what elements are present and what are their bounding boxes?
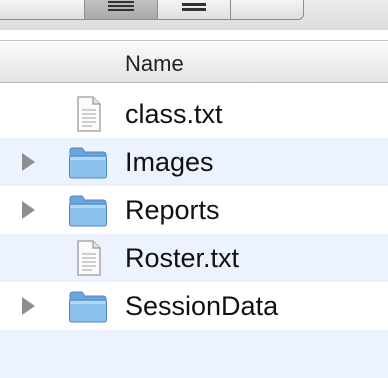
folder-name-label[interactable]: Reports xyxy=(125,195,220,226)
list-item[interactable]: Reports xyxy=(0,186,388,234)
icon-view-button[interactable] xyxy=(0,0,85,20)
folder-icon xyxy=(69,195,107,227)
list-view-icon xyxy=(108,1,134,13)
empty-list-row xyxy=(0,330,388,378)
disclosure-triangle-icon[interactable] xyxy=(22,297,35,315)
list-item[interactable]: SessionData xyxy=(0,282,388,330)
list-view-button[interactable] xyxy=(84,0,158,20)
list-item[interactable]: class.txt xyxy=(0,90,388,138)
list-column-header: Name xyxy=(0,40,388,83)
folder-name-label[interactable]: Images xyxy=(125,147,214,178)
folder-icon xyxy=(69,291,107,323)
cover-flow-view-button[interactable] xyxy=(230,0,304,20)
name-column-header[interactable]: Name xyxy=(125,51,184,77)
column-view-button[interactable] xyxy=(157,0,231,20)
column-view-icon xyxy=(182,3,206,13)
list-item[interactable]: Roster.txt xyxy=(0,234,388,282)
text-file-icon xyxy=(77,96,101,132)
disclosure-triangle-icon[interactable] xyxy=(22,201,35,219)
folder-icon xyxy=(69,147,107,179)
disclosure-triangle-icon[interactable] xyxy=(22,153,35,171)
view-toolbar xyxy=(0,0,388,30)
file-name-label[interactable]: Roster.txt xyxy=(125,243,239,274)
list-item[interactable]: Images xyxy=(0,138,388,186)
folder-name-label[interactable]: SessionData xyxy=(125,291,278,322)
text-file-icon xyxy=(77,240,101,276)
file-name-label[interactable]: class.txt xyxy=(125,99,223,130)
